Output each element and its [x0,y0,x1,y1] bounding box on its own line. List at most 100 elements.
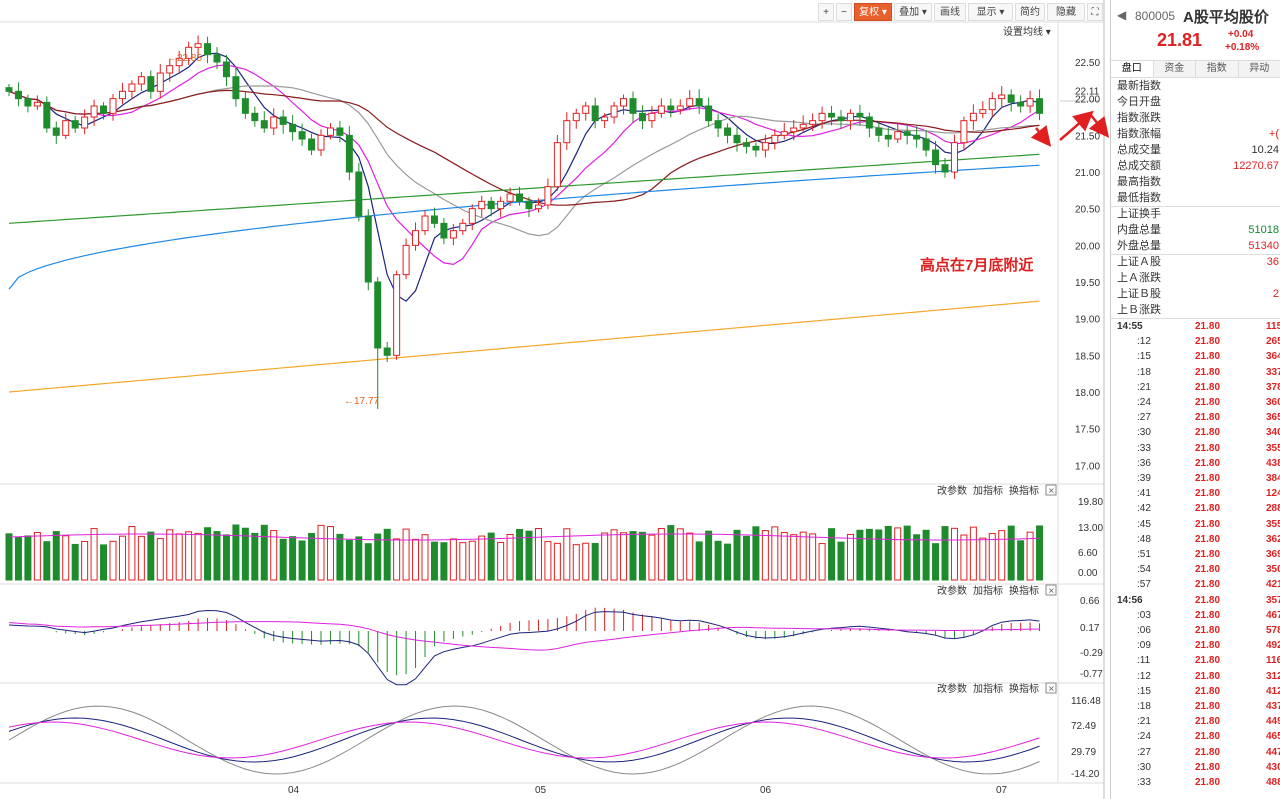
price-axis-label: 17.50 [1075,425,1100,436]
panel-button: 换指标 [1009,682,1039,695]
tick-time: :24 [1137,731,1151,743]
volume-bar [336,533,344,581]
volume-bar [326,526,334,581]
stat-row: 内盘总量 51018 [1111,222,1280,238]
volume-bar [601,532,609,581]
tick-time: :30 [1137,761,1151,773]
candle-body [828,112,836,118]
toolbar-button[interactable]: 画线 [934,3,966,21]
volume-bar [137,535,145,581]
tick-row: :48 21.80 362 [1111,532,1280,547]
volume-bar [487,532,495,581]
stat-row: 总成交量 10.24 [1111,142,1280,158]
volume-bar [648,534,656,581]
tick-row: :24 21.80 465 [1111,729,1280,744]
candle-body [1007,94,1015,103]
tick-time: :15 [1137,685,1151,697]
set-ma-button: 设置均线 ▾ [1003,25,1051,38]
tick-price: 21.80 [1195,640,1221,652]
candle-body [393,274,401,356]
price-axis-label: 17.00 [1075,461,1100,472]
stock-code: 800005 [1135,9,1176,23]
stock-name: A股平均股价 [1183,9,1269,26]
volume-bar [33,531,41,581]
panel-close-glyph: ✕ [1048,685,1055,694]
volume-bar [922,529,930,581]
tick-volume: 288 [1266,503,1280,515]
volume-axis-label: 0.00 [1078,568,1098,579]
volume-bar [1026,531,1034,581]
volume-bar [544,541,552,581]
volume-bar [81,540,89,581]
panel-button: 加指标 [973,682,1003,695]
tick-price: 21.80 [1195,336,1221,348]
tick-row: :33 21.80 355 [1111,441,1280,456]
candle-body [780,131,788,136]
candle-body [837,116,845,122]
candle-body [676,105,684,111]
candle-body [213,54,221,63]
volume-bar [449,538,457,581]
toolbar-button[interactable]: 简约 [1015,3,1045,21]
tick-price: 21.80 [1195,655,1221,667]
candle-body [459,222,467,232]
candle-body [345,134,353,173]
volume-bar [374,533,382,581]
volume-bar [932,543,940,581]
tick-price: 21.80 [1195,412,1221,424]
candle-body [52,127,60,136]
back-icon[interactable]: ◀ [1117,8,1126,22]
volume-bar [1017,540,1025,581]
x-axis-label: 05 [535,785,547,796]
price-axis-label: 18.00 [1075,388,1100,399]
stat-label: 总成交量 [1117,144,1161,156]
toolbar-button[interactable]: + [818,3,834,21]
volume-bar [412,538,420,581]
stat-row: 指数涨幅 +( [1111,126,1280,142]
quote-tab[interactable]: 指数 [1196,61,1239,77]
tick-price: 21.80 [1195,321,1221,332]
tick-volume: 265 [1266,336,1280,348]
candle-body [998,94,1006,100]
volume-bar [733,529,741,581]
tick-time: :21 [1137,716,1151,728]
candle-body [686,98,694,107]
expand-icon[interactable]: ⛶ [1087,3,1103,21]
quote-tab[interactable]: 盘口 [1111,61,1154,77]
stock-chart-app: 22.50 22.11 22.00 21.50 21.00 20.50 20.00 19.50… [0,0,1280,799]
panel-button: 改参数 [937,484,967,497]
tick-volume: 412 [1266,685,1280,697]
volume-bar [118,535,126,581]
tick-time: :36 [1137,457,1151,469]
quote-tab[interactable]: 异动 [1238,61,1280,77]
price-axis-label: 22.50 [1075,58,1100,69]
quote-tab[interactable]: 资金 [1153,61,1196,77]
volume-bar [903,525,911,581]
macd-axis-label: 0.17 [1080,623,1100,634]
candle-body [81,116,89,129]
candle-body [308,138,316,151]
candle-body [591,105,599,122]
tick-time: 14:56 [1117,594,1143,606]
toolbar-button[interactable]: 显示 ▾ [968,3,1013,21]
candle-body [629,98,637,114]
volume-bar [402,528,410,581]
toolbar-button[interactable]: 复权 ▾ [854,3,892,21]
volume-bar [1036,525,1044,581]
stat-value: +( [1268,128,1279,140]
toolbar-button[interactable]: 叠加 ▾ [894,3,932,21]
candle-body [251,112,259,122]
volume-axis-label: 13.00 [1078,523,1103,534]
tick-row: :03 21.80 467 [1111,608,1280,623]
candle-body [232,76,240,100]
tick-row: :42 21.80 288 [1111,501,1280,516]
tick-price: 21.80 [1195,442,1221,454]
stat-row: 总成交额 12270.67 [1111,158,1280,174]
toolbar-button[interactable]: 隐藏 [1047,3,1085,21]
tick-volume: 312 [1266,670,1280,682]
tick-time: :24 [1137,397,1151,408]
stat-row: 指数涨跌 [1111,110,1280,126]
volume-bar [724,543,732,581]
tick-volume: 124 [1266,488,1280,500]
toolbar-button[interactable]: − [836,3,852,21]
